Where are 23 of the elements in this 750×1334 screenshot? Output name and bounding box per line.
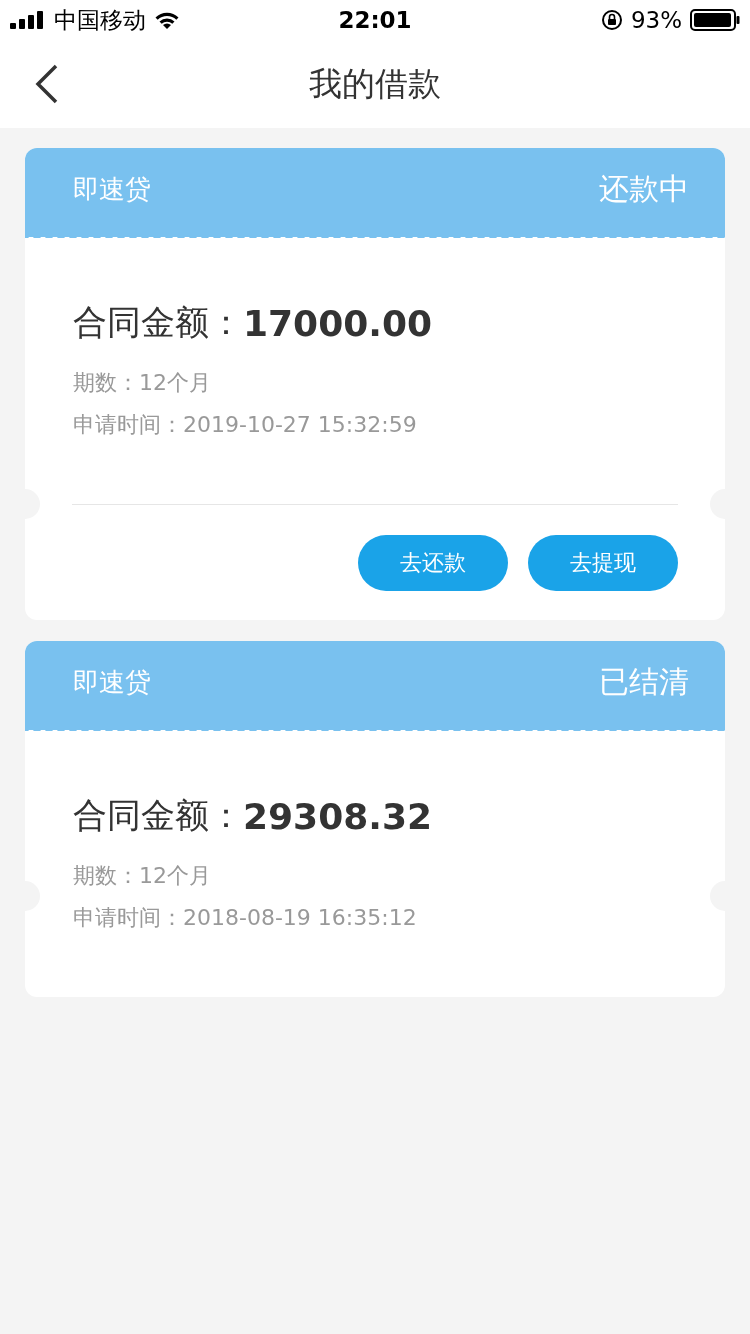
- carrier-name: 中国移动: [54, 5, 146, 35]
- term-text: 期数：12个月: [73, 369, 212, 397]
- loan-status: 已结清: [599, 662, 689, 701]
- amount-value: 17000.00: [243, 302, 433, 344]
- amount-label: 合同金额：: [73, 301, 243, 344]
- battery-percent: 93%: [630, 7, 682, 33]
- action-button[interactable]: 去还款: [358, 535, 508, 591]
- wifi-icon: [154, 10, 180, 30]
- amount-label: 合同金额：: [73, 794, 243, 837]
- term-text: 期数：12个月: [73, 862, 212, 890]
- clock-time: 22:01: [337, 7, 413, 33]
- product-name: 即速贷: [73, 665, 151, 699]
- page-title: 我的借款: [309, 62, 441, 105]
- product-name: 即速贷: [73, 172, 151, 206]
- apply-time: 申请时间：2018-08-19 16:35:12: [73, 904, 418, 932]
- back-icon[interactable]: [34, 64, 60, 104]
- loan-status: 还款中: [599, 169, 689, 208]
- apply-time: 申请时间：2019-10-27 15:32:59: [73, 411, 418, 439]
- rotation-lock-icon: [600, 9, 623, 31]
- action-button[interactable]: 去提现: [528, 535, 678, 591]
- battery-icon: [690, 9, 740, 31]
- signal-icon: [10, 11, 46, 29]
- amount-value: 29308.32: [243, 795, 433, 837]
